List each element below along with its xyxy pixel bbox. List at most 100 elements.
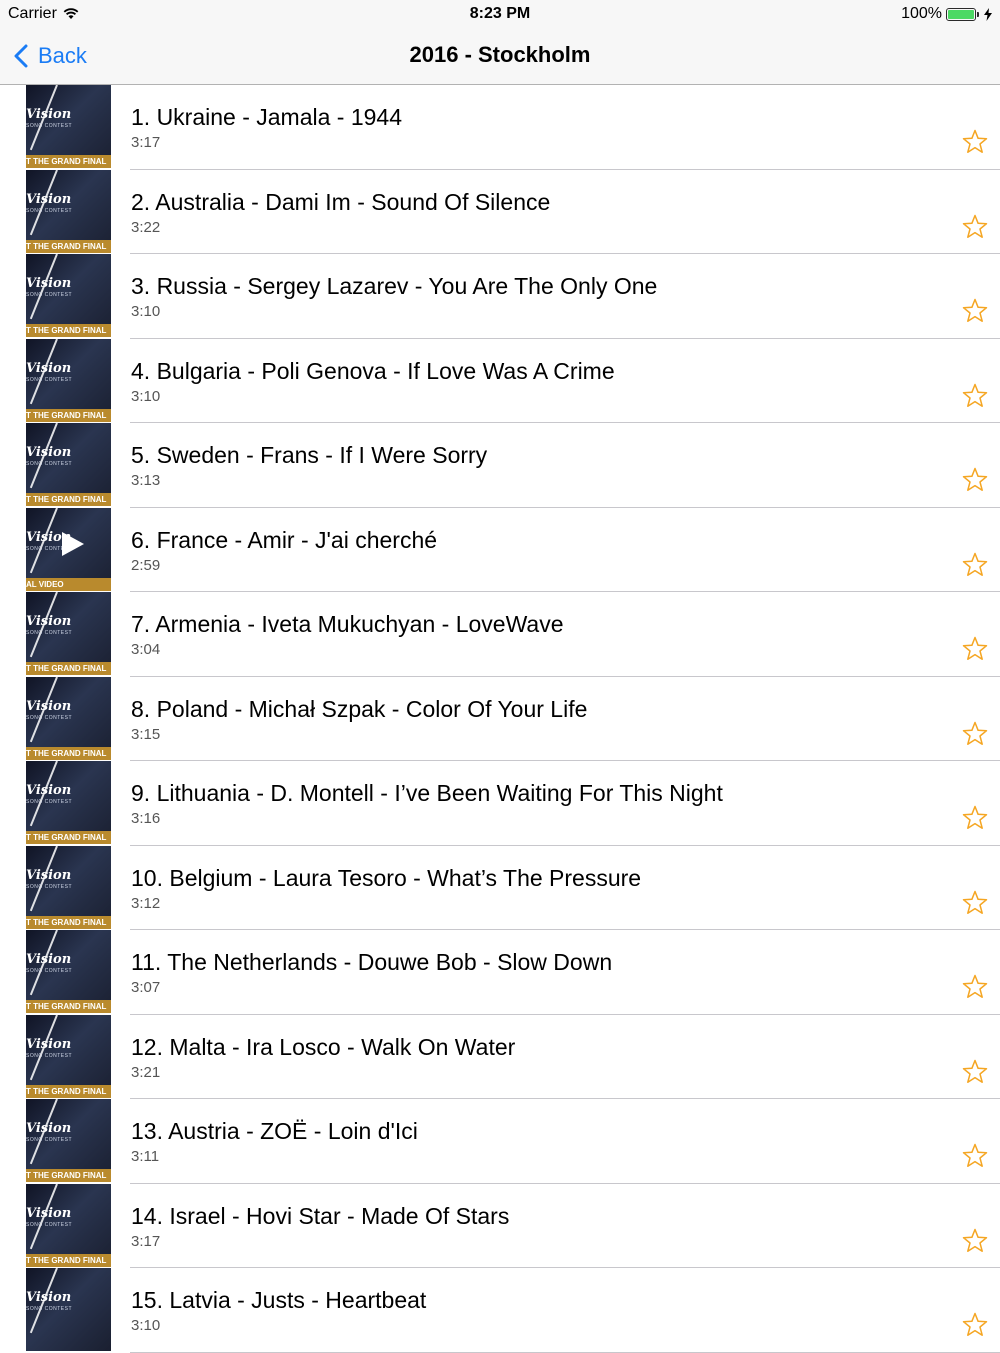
thumbnail-logo: Vision — [26, 1036, 72, 1052]
favorite-star-icon[interactable] — [962, 721, 988, 747]
song-title: 14. Israel - Hovi Star - Made Of Stars — [131, 1202, 510, 1229]
song-title: 3. Russia - Sergey Lazarev - You Are The… — [131, 273, 658, 299]
video-thumbnail: Vision SONG CONTEST T THE GRAND FINAL — [26, 1183, 111, 1267]
thumbnail-band: T THE GRAND FINAL — [26, 1084, 111, 1098]
song-title: 8. Poland - Michał Szpak - Color Of Your… — [131, 695, 588, 722]
thumbnail-logo: Vision — [26, 1205, 72, 1221]
song-title: 12. Malta - Ira Losco - Walk On Water — [131, 1033, 516, 1060]
thumbnail-band: T THE GRAND FINAL — [26, 324, 111, 337]
thumbnail-logo-sub: SONG CONTEST — [26, 630, 73, 636]
thumbnail-logo: Vision — [26, 783, 72, 798]
song-title: 10. Belgium - Laura Tesoro - What’s The … — [131, 864, 642, 891]
song-duration: 3:16 — [131, 810, 161, 827]
thumbnail-logo-sub: SONG CONTEST — [26, 883, 73, 890]
thumbnail-band: T THE GRAND FINAL — [26, 493, 111, 506]
favorite-star-icon[interactable] — [962, 890, 988, 916]
list-item[interactable]: Vision SONG CONTEST T THE GRAND FINAL 5.… — [26, 423, 1000, 508]
song-duration: 3:21 — [131, 1063, 161, 1081]
thumbnail-logo-sub: SONG CONTEST — [26, 461, 73, 467]
favorite-star-icon[interactable] — [962, 129, 988, 155]
video-thumbnail: Vision SONG CONTEST T THE GRAND FINAL — [26, 592, 111, 675]
play-icon — [62, 531, 84, 556]
list-item[interactable]: Vision SONG CONTEST AL VIDEO 6. France -… — [26, 507, 1000, 592]
favorite-star-icon[interactable] — [962, 1059, 988, 1085]
thumbnail-band: T THE GRAND FINAL — [26, 746, 111, 760]
video-thumbnail: Vision SONG CONTEST T THE GRAND FINAL — [26, 1099, 111, 1182]
video-thumbnail: Vision SONG CONTEST — [26, 1268, 111, 1351]
list-item[interactable]: Vision SONG CONTEST T THE GRAND FINAL 2.… — [26, 169, 1000, 254]
song-title: 5. Sweden - Frans - If I Were Sorry — [131, 442, 488, 468]
thumbnail-logo: Vision — [26, 952, 72, 967]
song-title: 13. Austria - ZOË - Loin d'Ici — [131, 1118, 418, 1144]
song-title: 15. Latvia - Justs - Heartbeat — [131, 1287, 427, 1313]
charging-bolt-icon — [984, 7, 992, 21]
list-item[interactable]: Vision SONG CONTEST T THE GRAND FINAL 11… — [26, 930, 1000, 1015]
thumbnail-band: T THE GRAND FINAL — [26, 1253, 111, 1267]
video-thumbnail: Vision SONG CONTEST T THE GRAND FINAL — [26, 169, 111, 253]
thumbnail-band: AL VIDEO — [26, 577, 111, 591]
thumbnail-logo: Vision — [26, 107, 72, 122]
thumbnail-logo-sub: SONG CONTEST — [26, 1306, 73, 1312]
page-title: 2016 - Stockholm — [409, 42, 591, 67]
status-bar: Carrier 8:23 PM 100% — [0, 0, 1000, 28]
song-duration: 3:11 — [131, 1148, 160, 1165]
video-thumbnail: Vision SONG CONTEST AL VIDEO — [26, 507, 111, 591]
favorite-star-icon[interactable] — [962, 1312, 988, 1338]
video-thumbnail: Vision SONG CONTEST T THE GRAND FINAL — [26, 338, 111, 422]
song-duration: 3:10 — [131, 1317, 161, 1334]
list-item[interactable]: Vision SONG CONTEST T THE GRAND FINAL 12… — [26, 1014, 1000, 1099]
favorite-star-icon[interactable] — [962, 1143, 988, 1169]
video-thumbnail: Vision SONG CONTEST T THE GRAND FINAL — [26, 845, 111, 929]
thumbnail-logo: Vision — [26, 698, 72, 714]
list-item[interactable]: Vision SONG CONTEST T THE GRAND FINAL 3.… — [26, 254, 1000, 339]
song-duration: 3:13 — [131, 472, 161, 489]
thumbnail-logo-sub: SONG CONTEST — [26, 799, 73, 805]
video-thumbnail: Vision SONG CONTEST T THE GRAND FINAL — [26, 676, 111, 760]
thumbnail-band: T THE GRAND FINAL — [26, 239, 111, 253]
song-duration: 3:12 — [131, 894, 161, 912]
thumbnail-logo-sub: SONG CONTEST — [26, 1052, 73, 1059]
thumbnail-band: T THE GRAND FINAL — [26, 662, 111, 675]
favorite-star-icon[interactable] — [962, 974, 988, 1000]
thumbnail-band: T THE GRAND FINAL — [26, 831, 111, 844]
list-item[interactable]: Vision SONG CONTEST T THE GRAND FINAL 8.… — [26, 676, 1000, 761]
song-duration: 2:59 — [131, 556, 161, 574]
status-battery-group: 100% — [901, 5, 992, 23]
battery-percent: 100% — [901, 5, 942, 22]
thumbnail-logo-sub: SONG CONTEST — [26, 292, 73, 298]
favorite-star-icon[interactable] — [962, 298, 988, 324]
battery-level — [948, 9, 974, 19]
video-thumbnail: Vision SONG CONTEST T THE GRAND FINAL — [26, 1014, 111, 1098]
thumbnail-logo: Vision — [26, 1290, 72, 1305]
list-item[interactable]: Vision SONG CONTEST T THE GRAND FINAL 10… — [26, 845, 1000, 930]
thumbnail-logo-sub: SONG CONTEST — [26, 376, 73, 383]
list-item[interactable]: Vision SONG CONTEST 15. Latvia - Justs -… — [26, 1268, 1000, 1353]
favorite-star-icon[interactable] — [962, 1228, 988, 1254]
thumbnail-band: T THE GRAND FINAL — [26, 155, 111, 168]
list-item[interactable]: Vision SONG CONTEST T THE GRAND FINAL 7.… — [26, 592, 1000, 677]
favorite-star-icon[interactable] — [962, 467, 988, 493]
thumbnail-logo: Vision — [26, 445, 72, 460]
video-thumbnail: Vision SONG CONTEST T THE GRAND FINAL — [26, 930, 111, 1013]
list-item[interactable]: Vision SONG CONTEST T THE GRAND FINAL 14… — [26, 1183, 1000, 1268]
video-thumbnail: Vision SONG CONTEST T THE GRAND FINAL — [26, 254, 111, 337]
thumbnail-band: T THE GRAND FINAL — [26, 915, 111, 929]
thumbnail-band: T THE GRAND FINAL — [26, 1169, 111, 1182]
thumbnail-logo-sub: SONG CONTEST — [26, 968, 73, 974]
list-item[interactable]: Vision SONG CONTEST T THE GRAND FINAL 4.… — [26, 338, 1000, 423]
list-item[interactable]: Vision SONG CONTEST T THE GRAND FINAL 1.… — [26, 85, 1000, 170]
favorite-star-icon[interactable] — [962, 214, 988, 240]
favorite-star-icon[interactable] — [962, 636, 988, 662]
list-item[interactable]: Vision SONG CONTEST T THE GRAND FINAL 9.… — [26, 761, 1000, 846]
song-title: 6. France - Amir - J'ai cherché — [131, 526, 438, 553]
list-item[interactable]: Vision SONG CONTEST T THE GRAND FINAL 13… — [26, 1099, 1000, 1184]
favorite-star-icon[interactable] — [962, 383, 988, 409]
thumbnail-logo-sub: SONG CONTEST — [26, 1137, 73, 1143]
thumbnail-logo-sub: SONG CONTEST — [26, 714, 73, 721]
favorite-star-icon[interactable] — [962, 805, 988, 831]
thumbnail-logo: Vision — [26, 276, 72, 291]
favorite-star-icon[interactable] — [962, 552, 988, 578]
navigation-bar: Back 2016 - Stockholm — [0, 28, 1000, 85]
thumbnail-logo: Vision — [26, 191, 72, 207]
song-duration: 3:10 — [131, 387, 161, 405]
